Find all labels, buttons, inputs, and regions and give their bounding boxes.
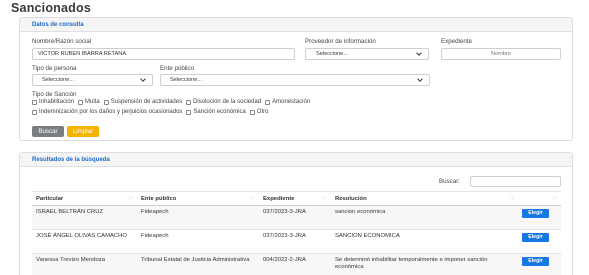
- sort-icon[interactable]: ↑↓: [250, 195, 255, 201]
- cell-action: Elegir: [518, 229, 561, 254]
- checkbox-label: Suspensión de actividades: [110, 99, 183, 105]
- cell-particular: JOSÉ ÁNGEL OLIVAS CAMACHO: [32, 229, 137, 254]
- checkbox-inhabilitacion[interactable]: Inhabilitación: [32, 99, 74, 105]
- cell-particular: ISRAEL BELTRÁN CRUZ: [32, 205, 137, 230]
- column-header-particular[interactable]: Particular ↑↓: [32, 191, 137, 206]
- proveedor-value: Seleccione...: [316, 51, 349, 57]
- cell-particular: Vanessa Trevizo Mendoza: [32, 253, 137, 275]
- checkbox-box[interactable]: [265, 99, 271, 105]
- table-row: ISRAEL BELTRÁN CRUZ Fideapech 037/2023-3…: [32, 205, 561, 230]
- table-row: JOSÉ ÁNGEL OLIVAS CAMACHO Fideapech 037/…: [32, 229, 561, 254]
- tipo-persona-value: Seleccione...: [42, 77, 75, 83]
- checkbox-label: Amonestación: [272, 99, 311, 105]
- proveedor-select[interactable]: Seleccione...: [305, 48, 429, 60]
- ente-value: Seleccione...: [170, 77, 203, 83]
- consulta-panel: Datos de consulta Nombre/Razón social VI…: [19, 17, 573, 141]
- cell-expediente: 004/2022-2-JRA: [259, 253, 331, 275]
- cell-ente: Fideapech: [137, 205, 259, 230]
- consulta-header: Datos de consulta: [20, 18, 572, 32]
- tipo-persona-label: Tipo de persona: [32, 65, 77, 72]
- checkbox-label: Sanción económica: [193, 109, 246, 115]
- column-header-expediente[interactable]: Expediente ↑↓: [259, 191, 331, 206]
- table-header-row: Particular ↑↓ Ente público ↑↓ Expediente ↑↓…: [32, 191, 561, 206]
- checkbox-box[interactable]: [32, 109, 37, 115]
- tipo-sancion-label: Tipo de Sanción: [32, 91, 77, 98]
- checkbox-box[interactable]: [32, 99, 37, 105]
- sancion-row-2: Indemnización por los daños y perjuicios…: [32, 109, 272, 115]
- cell-expediente: 037/2023-3-JRA: [259, 205, 331, 230]
- cell-resolucion: SANCION ECONOMICA: [331, 229, 518, 254]
- chevron-down-icon: [416, 52, 422, 56]
- sort-icon[interactable]: ↑↓: [322, 195, 327, 201]
- checkbox-label: Multa: [85, 99, 100, 105]
- checkbox-suspension[interactable]: Suspensión de actividades: [103, 99, 183, 105]
- checkbox-amonestacion[interactable]: Amonestación: [265, 99, 310, 105]
- sort-icon[interactable]: ↑↓: [128, 195, 133, 201]
- elegir-button[interactable]: Elegir: [522, 209, 549, 218]
- checkbox-disolucion[interactable]: Disolución de la sociedad: [186, 99, 261, 105]
- checkbox-box[interactable]: [249, 109, 255, 115]
- sancion-row-1: Inhabilitación Multa Suspensión de activ…: [32, 99, 314, 105]
- column-header-action[interactable]: ↑↓: [518, 191, 561, 206]
- ente-label: Ente público: [160, 65, 195, 72]
- checkbox-indemnizacion[interactable]: Indemnización por los daños y perjuicios…: [32, 109, 182, 115]
- checkbox-label: Indemnización por los daños y perjuicios…: [39, 109, 183, 115]
- proveedor-label: Proveedor de información: [305, 38, 376, 45]
- checkbox-box[interactable]: [103, 99, 109, 105]
- nombre-input[interactable]: VICTOR RUBEN IBARRA RETANA: [32, 48, 295, 60]
- table-row: Vanessa Trevizo Mendoza Tribunal Estatal…: [32, 253, 561, 275]
- column-header-resolucion[interactable]: Resolución ↑↓: [331, 191, 518, 206]
- checkbox-sancion-economica[interactable]: Sanción económica: [186, 109, 246, 115]
- checkbox-label: Disolución de la sociedad: [193, 99, 262, 105]
- checkbox-box[interactable]: [78, 99, 84, 105]
- chevron-down-icon: [417, 78, 423, 82]
- table-search-label: Buscar:: [439, 178, 460, 185]
- ente-select[interactable]: Seleccione...: [160, 74, 430, 86]
- sort-icon[interactable]: ↑↓: [509, 195, 514, 201]
- cell-expediente: 037/2023-3-JRA: [259, 229, 331, 254]
- cell-action: Elegir: [518, 253, 561, 275]
- cell-ente: Fideapech: [137, 229, 259, 254]
- table-search-input[interactable]: [470, 176, 561, 187]
- resultados-panel: Resultados de la búsqueda Buscar: Partic…: [19, 152, 573, 275]
- expediente-input[interactable]: Nombre: [441, 48, 561, 60]
- checkbox-label: Otro: [256, 109, 269, 115]
- checkbox-box[interactable]: [186, 99, 192, 105]
- column-header-ente[interactable]: Ente público ↑↓: [137, 191, 259, 206]
- cell-resolucion: Se determinó inhabilitar temporalmente e…: [331, 253, 518, 275]
- elegir-button[interactable]: Elegir: [522, 233, 549, 242]
- results-table: Particular ↑↓ Ente público ↑↓ Expediente ↑↓…: [32, 191, 561, 275]
- checkbox-label: Inhabilitación: [39, 99, 75, 105]
- elegir-button[interactable]: Elegir: [522, 257, 549, 266]
- clear-button[interactable]: Limpiar: [67, 126, 99, 137]
- sort-icon[interactable]: ↑↓: [552, 195, 557, 201]
- checkbox-otro[interactable]: Otro: [249, 109, 269, 115]
- expediente-label: Expediente: [441, 38, 472, 45]
- checkbox-box[interactable]: [186, 109, 192, 115]
- chevron-down-icon: [140, 78, 146, 82]
- cell-ente: Tribunal Estatal de Justicia Administrat…: [137, 253, 259, 275]
- page-title: Sancionados: [11, 1, 91, 15]
- resultados-header: Resultados de la búsqueda: [20, 153, 572, 167]
- search-button[interactable]: Buscar: [32, 126, 64, 137]
- nombre-label: Nombre/Razón social: [32, 38, 92, 45]
- cell-resolucion: sancion económica: [331, 205, 518, 230]
- tipo-persona-select[interactable]: Seleccione...: [32, 74, 153, 86]
- cell-action: Elegir: [518, 205, 561, 230]
- checkbox-multa[interactable]: Multa: [78, 99, 100, 105]
